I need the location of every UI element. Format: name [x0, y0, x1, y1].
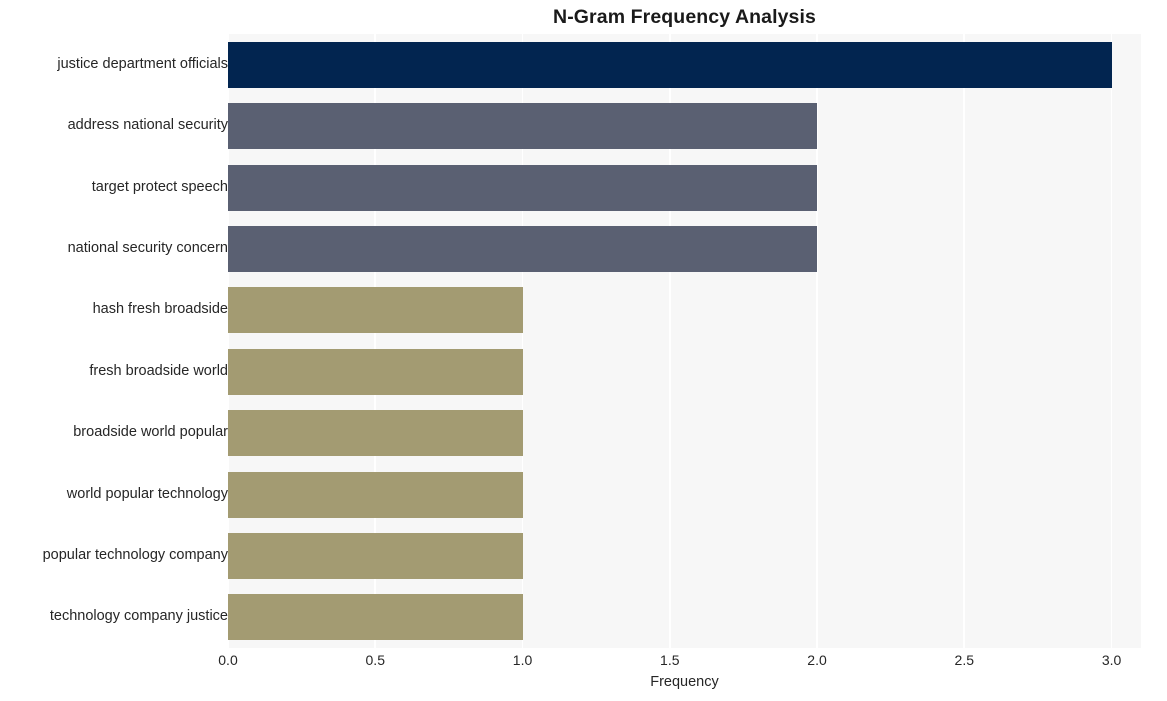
x-axis-tick-label: 3.0: [1101, 652, 1122, 668]
bar: [228, 103, 818, 150]
plot-area: [228, 34, 1141, 648]
bar-row: [228, 103, 1141, 150]
x-axis-tick-label: 0.5: [365, 652, 385, 668]
y-axis-tick-label: world popular technology: [66, 485, 228, 502]
bar: [228, 594, 523, 641]
x-axis-tick-label: 2.5: [954, 652, 975, 668]
x-axis-tick-label: 2.0: [807, 652, 827, 668]
bar: [228, 471, 523, 518]
chart-title: N-Gram Frequency Analysis: [553, 6, 816, 28]
y-axis-tick-label: target protect speech: [91, 178, 228, 195]
bar: [228, 164, 818, 211]
x-axis-tick-label: 1.5: [660, 652, 680, 668]
bar-row: [228, 287, 1141, 334]
bar-row: [228, 225, 1141, 272]
y-axis-tick-label: hash fresh broadside: [92, 301, 228, 318]
bar-row: [228, 41, 1141, 88]
y-axis-tick-label: justice department officials: [57, 55, 228, 72]
x-axis-tick-label: 1.0: [512, 652, 533, 668]
bar: [228, 532, 523, 579]
x-axis-tick-label: 0.0: [218, 652, 238, 668]
bar-row: [228, 594, 1141, 641]
y-axis-tick-label: technology company justice: [49, 608, 228, 625]
y-axis-tick-label: address national security: [67, 117, 228, 134]
bar: [228, 225, 818, 272]
y-axis-tick-label: fresh broadside world: [89, 362, 228, 379]
bar: [228, 348, 523, 395]
bar-row: [228, 348, 1141, 395]
bar-row: [228, 410, 1141, 457]
chart-figure: N-Gram Frequency Analysis justice depart…: [0, 0, 1167, 701]
x-axis-tick-labels: 0.0 0.5 1.0 1.5 2.0 2.5 3.0: [218, 652, 1141, 674]
bar-row: [228, 471, 1141, 518]
bar-row: [228, 532, 1141, 579]
bar: [228, 287, 523, 334]
y-axis-tick-label: broadside world popular: [73, 424, 228, 441]
bar: [228, 410, 523, 457]
bar: [228, 41, 1112, 88]
y-axis-tick-labels: justice department officials address nati…: [0, 34, 228, 648]
y-axis-tick-label: popular technology company: [42, 546, 228, 563]
bar-row: [228, 164, 1141, 211]
y-axis-tick-label: national security concern: [67, 239, 228, 256]
x-axis-label: Frequency: [650, 674, 719, 690]
